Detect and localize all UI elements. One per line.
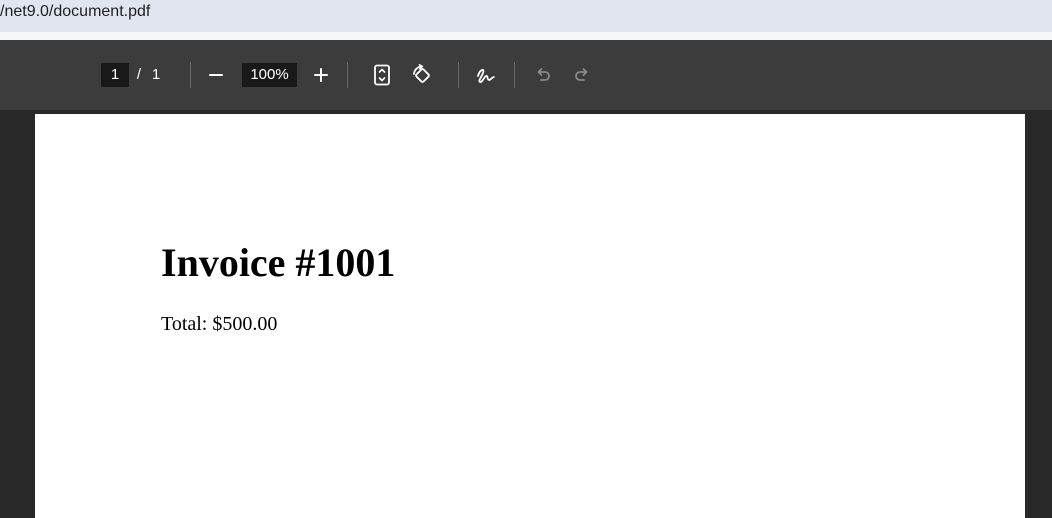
- zoom-level-input[interactable]: [242, 63, 297, 87]
- toolbar-divider: [190, 62, 191, 88]
- zoom-out-button[interactable]: [202, 61, 230, 89]
- zoom-in-button[interactable]: [307, 61, 335, 89]
- address-url[interactable]: /net9.0/document.pdf: [0, 0, 1052, 23]
- draw-button[interactable]: [472, 61, 500, 89]
- undo-icon: [537, 68, 550, 81]
- page-total: 1: [151, 66, 161, 83]
- toolbar-divider: [514, 62, 515, 88]
- address-bar-gap: [0, 32, 1052, 40]
- page-number-input[interactable]: [101, 63, 129, 87]
- pdf-page[interactable]: Invoice #1001 Total: $500.00: [35, 114, 1025, 518]
- invoice-total: Total: $500.00: [161, 313, 278, 335]
- undo-button[interactable]: [529, 61, 557, 89]
- draw-signature-icon: [477, 69, 495, 83]
- toolbar-divider: [347, 62, 348, 88]
- rotate-button[interactable]: [408, 61, 436, 89]
- toolbar-divider: [458, 62, 459, 88]
- minus-icon: [209, 74, 223, 76]
- fit-to-page-icon: [374, 64, 390, 86]
- page-separator: /: [136, 66, 142, 83]
- redo-icon: [575, 68, 588, 81]
- fit-to-page-button[interactable]: [368, 61, 396, 89]
- invoice-title: Invoice #1001: [161, 240, 396, 285]
- address-bar[interactable]: /net9.0/document.pdf: [0, 0, 1052, 32]
- pdf-toolbar: / 1: [0, 40, 1052, 110]
- redo-button[interactable]: [568, 61, 596, 89]
- rotate-icon: [413, 64, 430, 83]
- plus-icon: [314, 68, 328, 82]
